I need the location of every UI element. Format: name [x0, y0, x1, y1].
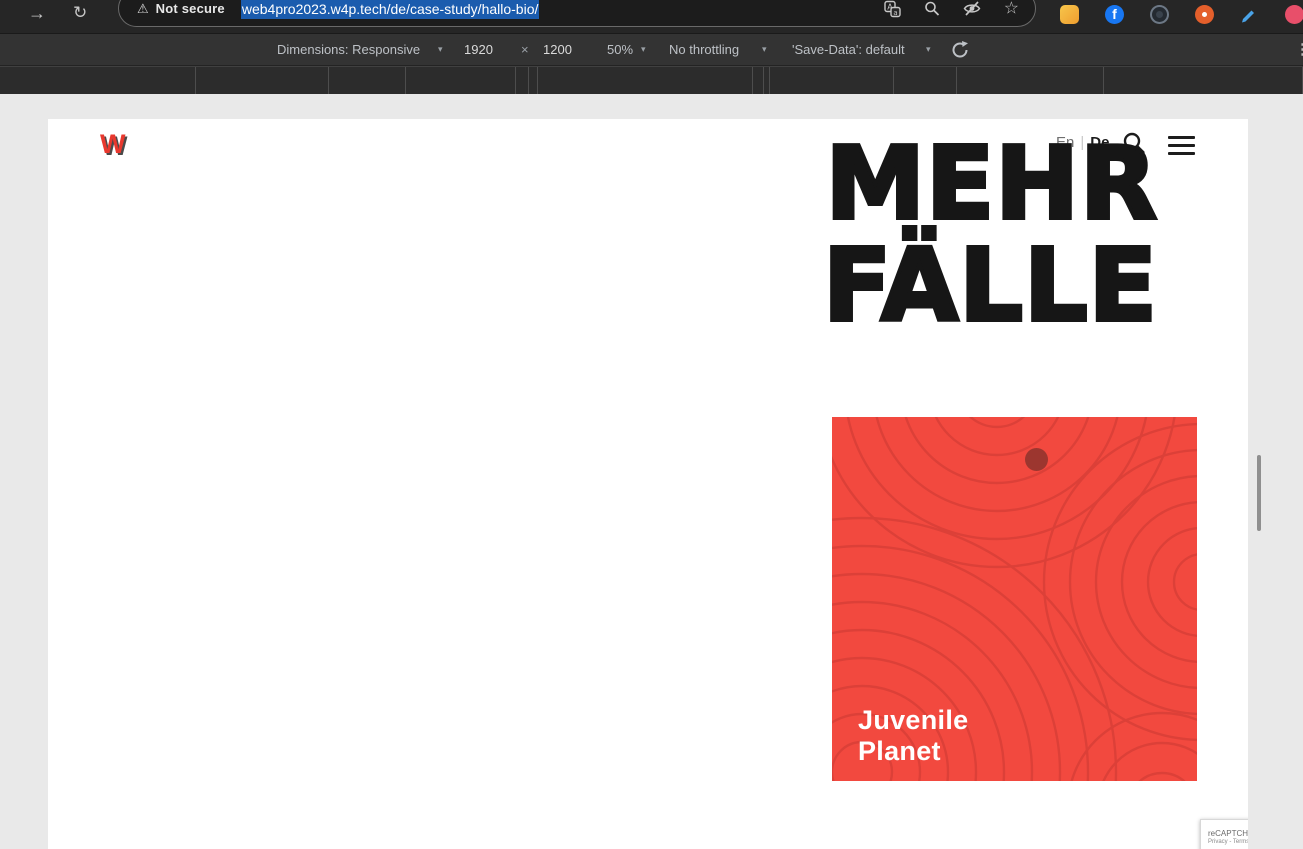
extension-icon-orange[interactable] — [1195, 4, 1214, 24]
media-query-segment[interactable] — [516, 67, 529, 94]
card-title-line-2: Planet — [858, 736, 941, 766]
url-text[interactable]: web4pro2023.w4p.tech/de/case-study/hallo… — [240, 0, 540, 19]
page-heading: MEHR FÄLLE — [821, 125, 1159, 344]
media-query-segment[interactable] — [957, 67, 1104, 94]
forward-icon[interactable]: → — [28, 1, 46, 25]
eye-off-icon[interactable] — [963, 1, 981, 17]
media-query-segment[interactable] — [894, 67, 957, 94]
card-title[interactable]: Juvenile Planet — [858, 705, 968, 767]
zoom-dropdown[interactable]: 50% — [607, 34, 633, 65]
svg-text:a: a — [893, 8, 897, 16]
throttling-dropdown[interactable]: No throttling — [669, 34, 739, 65]
chevron-down-icon[interactable]: ▾ — [438, 34, 443, 65]
dimension-separator-icon: × — [521, 42, 529, 57]
extension-icon-yellow[interactable] — [1060, 4, 1079, 24]
translate-icon[interactable]: A a — [884, 0, 901, 17]
site-logo[interactable]: W — [100, 129, 125, 160]
heading-line-1: MEHR — [823, 125, 1159, 242]
address-bar-actions: A a ☆ — [884, 0, 1019, 17]
warning-icon: ⚠ — [137, 0, 149, 16]
chevron-down-icon[interactable]: ▾ — [762, 34, 767, 65]
media-query-segment[interactable] — [406, 67, 516, 94]
device-viewport: W En | De MEHR FÄLLE Juvenile Planet reC… — [0, 94, 1303, 849]
media-query-segment[interactable] — [329, 67, 406, 94]
media-query-segment[interactable] — [196, 67, 329, 94]
viewport-height-input[interactable]: 1200 — [543, 34, 572, 65]
recaptcha-text: reCAPTCHA Privacy - Terms — [1201, 829, 1248, 846]
media-query-segment[interactable] — [0, 67, 196, 94]
recaptcha-badge[interactable]: reCAPTCHA Privacy - Terms — [1200, 819, 1248, 849]
hamburger-menu-icon[interactable] — [1168, 136, 1195, 155]
website-page: W En | De MEHR FÄLLE Juvenile Planet reC… — [48, 119, 1248, 849]
security-label[interactable]: Not secure — [156, 1, 225, 16]
reload-icon[interactable]: ↻ — [73, 1, 87, 25]
search-sidebar-icon[interactable] — [924, 1, 940, 17]
media-query-segment[interactable] — [770, 67, 894, 94]
viewport-width-input[interactable]: 1920 — [464, 34, 493, 65]
url-selected-text[interactable]: web4pro2023.w4p.tech/de/case-study/hallo… — [240, 0, 540, 19]
media-query-bar — [0, 66, 1303, 94]
heading-line-2: FÄLLE — [821, 227, 1159, 344]
media-query-segment[interactable] — [753, 67, 764, 94]
pen-extension-icon[interactable] — [1240, 5, 1259, 24]
media-query-segment[interactable] — [1104, 67, 1303, 94]
more-options-icon[interactable]: ⋮ — [1295, 34, 1303, 65]
case-study-card[interactable]: Juvenile Planet — [832, 417, 1197, 781]
map-marker-dot — [1025, 448, 1048, 471]
bookmark-star-icon[interactable]: ☆ — [1004, 0, 1019, 17]
chevron-down-icon[interactable]: ▾ — [641, 34, 646, 65]
recaptcha-brand: reCAPTCHA — [1208, 828, 1248, 838]
extension-icon-dark-circle[interactable] — [1150, 4, 1169, 24]
extension-icon-pink[interactable] — [1285, 4, 1303, 24]
devtools-device-toolbar: Dimensions: Responsive ▾ 1920 × 1200 50%… — [0, 33, 1303, 66]
extensions-row: f — [1060, 1, 1303, 27]
address-bar[interactable]: ⚠ Not secure web4pro2023.w4p.tech/de/cas… — [118, 0, 1036, 27]
media-query-segment[interactable] — [538, 67, 753, 94]
facebook-extension-icon[interactable]: f — [1105, 4, 1124, 24]
dimensions-dropdown[interactable]: Dimensions: Responsive — [277, 34, 420, 65]
chevron-down-icon[interactable]: ▾ — [926, 34, 931, 65]
browser-toolbar: → ↻ ⚠ Not secure web4pro2023.w4p.tech/de… — [0, 0, 1303, 33]
save-data-dropdown[interactable]: 'Save-Data': default — [792, 34, 905, 65]
media-query-segment[interactable] — [529, 67, 538, 94]
card-title-line-1: Juvenile — [858, 705, 969, 735]
recaptcha-links[interactable]: Privacy - Terms — [1208, 838, 1248, 846]
scrollbar-thumb[interactable] — [1257, 455, 1261, 531]
